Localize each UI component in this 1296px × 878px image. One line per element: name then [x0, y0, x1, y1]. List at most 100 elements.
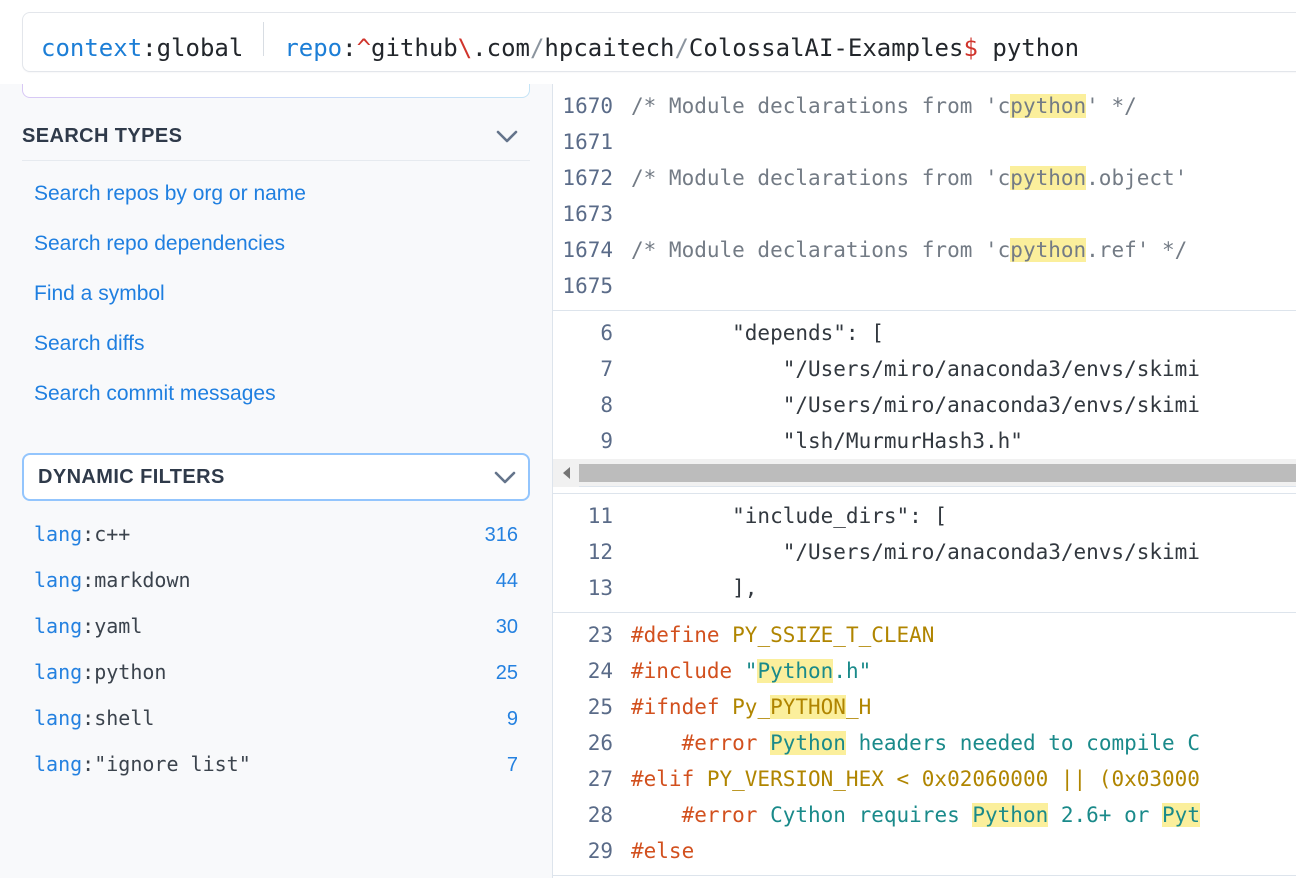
- search-match-highlight: python: [1010, 94, 1087, 118]
- code-span: .object': [1086, 166, 1188, 190]
- code-span: ' */: [1086, 94, 1137, 118]
- line-number: 24: [587, 659, 613, 683]
- scroll-left-arrow-icon[interactable]: [553, 458, 579, 487]
- query-token: /: [529, 33, 545, 62]
- search-type-link[interactable]: Search repos by org or name: [22, 169, 530, 219]
- search-match-highlight: Python: [757, 659, 834, 683]
- dynamic-filter-count: 7: [506, 754, 518, 776]
- line-number: 1673: [562, 202, 613, 226]
- dynamic-filter-row[interactable]: lang:markdown 44: [22, 557, 530, 603]
- code-span: #ifndef: [631, 695, 720, 719]
- dynamic-filter-key: lang: [34, 706, 83, 730]
- dynamic-filter-count: 316: [484, 524, 518, 546]
- search-results-page: context:global repo:^github\.com/hpcaitec…: [0, 0, 1296, 878]
- code-line: 6 "depends": [: [553, 315, 1296, 351]
- code-text: "include_dirs": [: [631, 498, 947, 534]
- search-query-text: context:global repo:^github\.com/hpcaitec…: [41, 21, 1079, 63]
- dynamic-filter-key: lang: [34, 752, 83, 776]
- line-number: 27: [587, 767, 613, 791]
- code-span: #else: [631, 839, 695, 863]
- query-token: .com: [472, 33, 530, 62]
- code-line: 1675: [553, 268, 1296, 304]
- code-line: 11 "include_dirs": [: [553, 498, 1296, 534]
- dynamic-filter-value: python: [94, 660, 167, 684]
- code-span: "/Users/miro/anaconda3/envs/skimi: [631, 540, 1200, 564]
- scrollbar-track[interactable]: [579, 463, 1296, 482]
- query-token: /: [674, 33, 689, 62]
- code-span: "include_dirs": [: [631, 504, 948, 528]
- search-types-header[interactable]: SEARCH TYPES: [22, 116, 530, 156]
- dynamic-filter-value: "ignore list": [94, 752, 251, 776]
- dynamic-filter-colon: :: [82, 660, 95, 684]
- dynamic-filter-label: lang:python: [34, 659, 166, 685]
- search-type-link[interactable]: Search diffs: [22, 319, 530, 369]
- dynamic-filter-row[interactable]: lang:shell 9: [22, 695, 530, 741]
- search-type-link[interactable]: Search repo dependencies: [22, 219, 530, 269]
- dynamic-filter-label: lang:shell: [34, 705, 154, 731]
- query-token: repo: [284, 33, 343, 62]
- search-bar-region: context:global repo:^github\.com/hpcaitec…: [0, 0, 1296, 84]
- code-line: 25 #ifndef Py_PYTHON_H: [553, 689, 1296, 725]
- code-result-cpython-decls[interactable]: 1670/* Module declarations from 'cpython…: [553, 84, 1296, 311]
- code-line: 7 "/Users/miro/anaconda3/envs/skimi: [553, 351, 1296, 387]
- horizontal-scrollbar[interactable]: [553, 458, 1296, 487]
- search-type-link[interactable]: Find a symbol: [22, 269, 530, 319]
- dynamic-filter-count: 30: [495, 616, 518, 638]
- code-span: .ref' */: [1086, 238, 1188, 262]
- code-span: [631, 731, 682, 755]
- chevron-down-icon[interactable]: [496, 130, 518, 143]
- code-text: ],: [631, 570, 757, 606]
- code-line: 1673: [553, 196, 1296, 232]
- code-line: 26 #error Python headers needed to compi…: [553, 725, 1296, 761]
- code-result-depends[interactable]: 6 "depends": [7 "/Users/miro/anaconda3/e…: [553, 311, 1296, 494]
- dynamic-filter-row[interactable]: lang:c++ 316: [22, 511, 530, 557]
- code-text: #ifndef Py_PYTHON_H: [631, 689, 871, 725]
- line-number: 28: [587, 803, 613, 827]
- line-number: 1670: [562, 94, 613, 118]
- dynamic-filter-value: c++: [94, 522, 131, 546]
- dynamic-filter-row[interactable]: lang:yaml 30: [22, 603, 530, 649]
- code-span: .h": [833, 659, 872, 683]
- code-span: "/Users/miro/anaconda3/envs/skimi: [631, 357, 1200, 381]
- search-match-highlight: Python: [972, 803, 1049, 827]
- dynamic-filters-section: DYNAMIC FILTERS lang:c++ 316 lang:markdown…: [22, 453, 530, 787]
- query-token: \: [457, 33, 473, 62]
- dynamic-filter-colon: :: [82, 522, 95, 546]
- search-match-highlight: Pyt: [1162, 803, 1200, 827]
- code-span: #include: [631, 659, 733, 683]
- code-text: #elif PY_VERSION_HEX < 0x02060000 || (0x…: [631, 761, 1200, 797]
- dynamic-filter-value: shell: [94, 706, 155, 730]
- dynamic-filters-header[interactable]: DYNAMIC FILTERS: [22, 453, 530, 501]
- dynamic-filters-list: lang:c++ 316 lang:markdown 44 lang:yaml 30 lan…: [22, 501, 530, 787]
- scrollbar-thumb[interactable]: [579, 463, 1296, 482]
- code-result-include-dirs[interactable]: 11 "include_dirs": [12 "/Users/miro/anac…: [553, 494, 1296, 613]
- filter-search-input-partial[interactable]: [22, 84, 530, 98]
- chevron-down-icon[interactable]: [494, 471, 516, 484]
- dynamic-filter-key: lang: [34, 660, 83, 684]
- code-text: "lsh/MurmurHash3.h": [631, 423, 1023, 459]
- query-token: context: [41, 33, 143, 62]
- search-types-title: SEARCH TYPES: [22, 124, 183, 147]
- code-result-python-h[interactable]: 23 #define PY_SSIZE_T_CLEAN 24 #include "Py…: [553, 613, 1296, 876]
- code-span: /* Module declarations from 'c: [631, 94, 1011, 118]
- code-line: 12 "/Users/miro/anaconda3/envs/skimi: [553, 534, 1296, 570]
- query-token-separator: [263, 21, 265, 56]
- code-text: "/Users/miro/anaconda3/envs/skimi: [631, 534, 1200, 570]
- code-span: ": [732, 659, 758, 683]
- dynamic-filter-row[interactable]: lang:python 25: [22, 649, 530, 695]
- code-span: 2.6+ or: [1048, 803, 1163, 827]
- code-text: #error Python headers needed to compile …: [631, 725, 1200, 761]
- code-text: /* Module declarations from 'cpython.ref…: [631, 232, 1187, 268]
- search-query-input[interactable]: context:global repo:^github\.com/hpcaitec…: [22, 12, 1296, 72]
- dynamic-filter-count: 25: [495, 662, 518, 684]
- code-span: [631, 803, 682, 827]
- dynamic-filter-colon: :: [82, 752, 95, 776]
- dynamic-filters-title: DYNAMIC FILTERS: [38, 465, 225, 488]
- line-number: 7: [600, 357, 613, 381]
- dynamic-filter-row[interactable]: lang:"ignore list" 7: [22, 741, 530, 787]
- search-match-highlight: python: [1010, 166, 1087, 190]
- line-number: 13: [587, 576, 613, 600]
- code-text: #define PY_SSIZE_T_CLEAN: [631, 617, 934, 653]
- search-type-link[interactable]: Search commit messages: [22, 369, 530, 419]
- dynamic-filter-value: yaml: [94, 614, 143, 638]
